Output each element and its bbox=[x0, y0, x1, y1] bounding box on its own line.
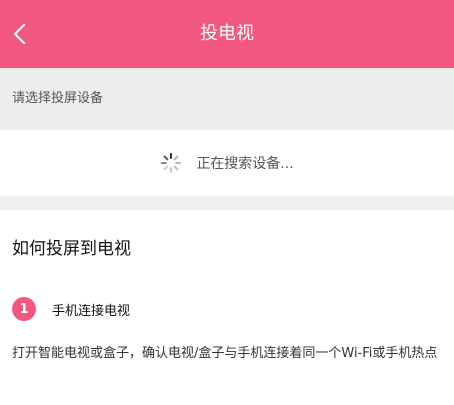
device-search-status: 正在搜索设备... bbox=[0, 130, 454, 196]
loading-spinner-icon bbox=[161, 152, 182, 174]
device-list-label: 请选择投屏设备 bbox=[12, 91, 104, 106]
step-number-badge: 1 bbox=[12, 297, 36, 321]
section-divider bbox=[0, 196, 454, 210]
page-title: 投电视 bbox=[200, 23, 254, 44]
searching-text: 正在搜索设备... bbox=[196, 156, 294, 172]
back-button[interactable] bbox=[0, 0, 40, 68]
chevron-left-icon bbox=[13, 23, 26, 45]
device-list-header: 请选择投屏设备 bbox=[0, 68, 454, 130]
app-header: 投电视 bbox=[0, 0, 454, 68]
guide-step: 1 手机连接电视 bbox=[12, 297, 130, 321]
step-title: 手机连接电视 bbox=[52, 303, 131, 319]
guide-title: 如何投屏到电视 bbox=[12, 239, 131, 259]
step-description: 打开智能电视或盒子，确认电视/盒子与手机连接着同一个Wi-Fi或手机热点 bbox=[12, 346, 438, 361]
